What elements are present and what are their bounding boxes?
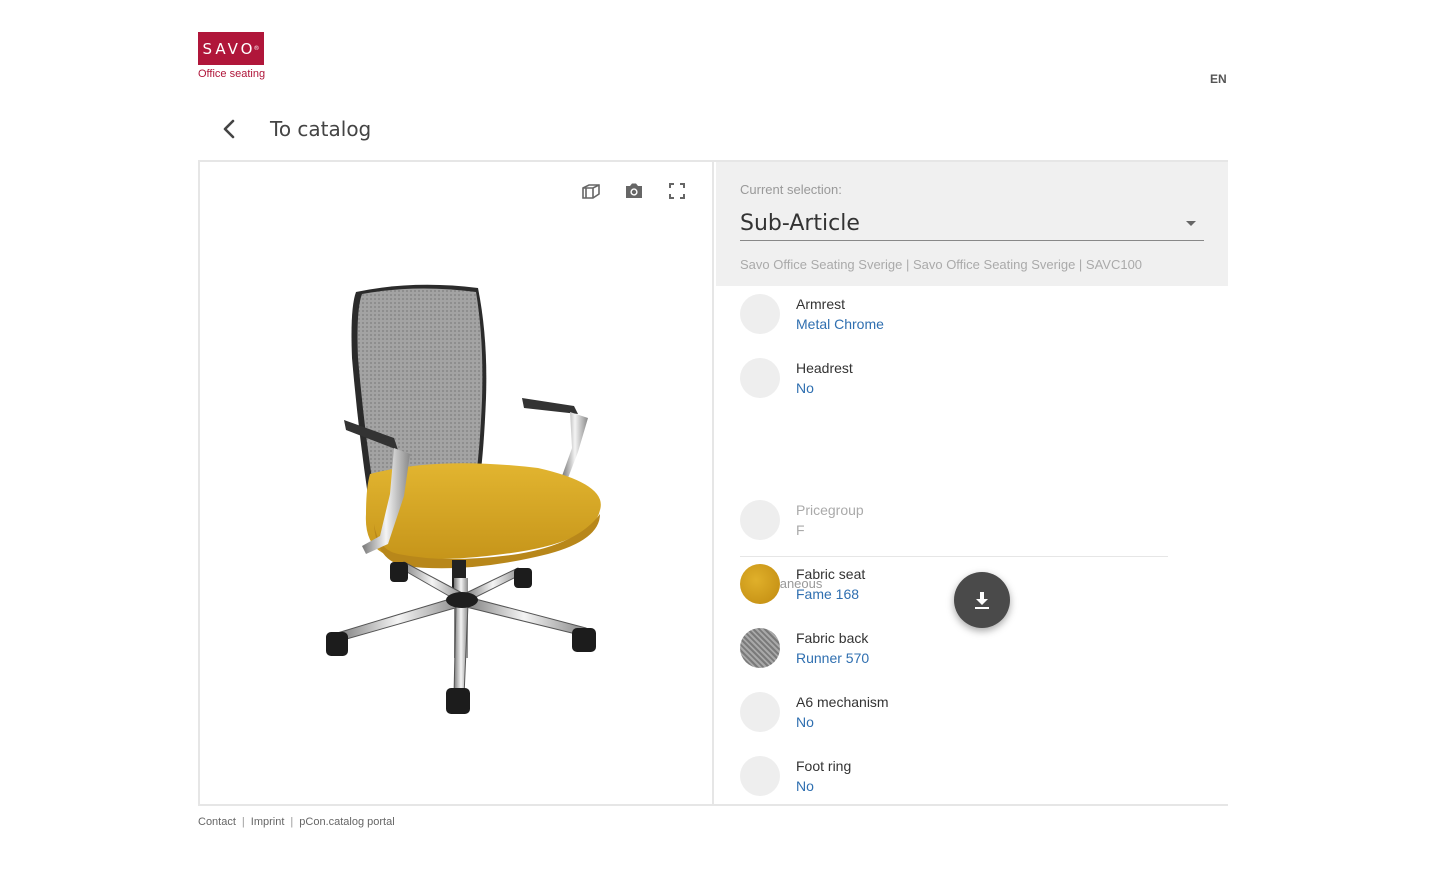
- download-button[interactable]: [954, 572, 1010, 628]
- viewer-toolbar: [580, 180, 688, 202]
- footer-separator: |: [241, 816, 245, 828]
- logo-mark: SAVO ®: [198, 32, 264, 65]
- download-icon: [975, 592, 989, 609]
- option-name: Headrest: [796, 360, 853, 376]
- back-label: To catalog: [270, 117, 372, 141]
- option-fabric-seat[interactable]: Fabric seat Fame 168: [740, 560, 865, 608]
- option-name: Foot ring: [796, 758, 852, 774]
- option-swatch: [740, 500, 780, 540]
- caret-down-icon: [1186, 221, 1196, 226]
- configuration-panel: Current selection: Sub-Article Savo Offi…: [716, 162, 1228, 804]
- option-name: Pricegroup: [796, 502, 864, 518]
- current-selection-label: Current selection:: [740, 182, 842, 197]
- option-name: Fabric back: [796, 630, 869, 646]
- option-value: Metal Chrome: [796, 316, 884, 332]
- option-value: No: [796, 778, 814, 794]
- fabric-swatch-yellow: [740, 564, 780, 604]
- fabric-swatch-grey: [740, 628, 780, 668]
- back-to-catalog-link[interactable]: To catalog: [214, 114, 371, 144]
- logo-tagline: Office seating: [198, 68, 266, 80]
- option-name: Armrest: [796, 296, 845, 312]
- camera-icon[interactable]: [623, 180, 645, 202]
- footer-link-contact[interactable]: Contact: [198, 816, 236, 828]
- option-name: Fabric seat: [796, 566, 866, 582]
- option-swatch: [740, 294, 780, 334]
- option-name: A6 mechanism: [796, 694, 889, 710]
- option-value: Runner 570: [796, 650, 870, 666]
- option-value: No: [796, 714, 814, 730]
- configurator-frame: Current selection: Sub-Article Savo Offi…: [198, 160, 1228, 806]
- footer-link-pcon-portal[interactable]: pCon.catalog portal: [299, 816, 394, 828]
- option-fabric-back[interactable]: Fabric back Runner 570: [740, 624, 869, 672]
- article-breadcrumb: Savo Office Seating Sverige | Savo Offic…: [740, 257, 1143, 272]
- footer-link-imprint[interactable]: Imprint: [251, 816, 285, 828]
- 3d-cube-icon[interactable]: [580, 180, 602, 202]
- option-swatch: [740, 358, 780, 398]
- select-value: Sub-Article: [740, 211, 860, 236]
- option-value: Fame 168: [796, 586, 860, 602]
- sub-article-select[interactable]: Sub-Article: [740, 207, 1204, 241]
- footer-separator: |: [290, 816, 294, 828]
- product-3d-viewer[interactable]: [200, 162, 714, 804]
- option-value: F: [796, 522, 805, 538]
- option-swatch: [740, 756, 780, 796]
- selection-header: Current selection: Sub-Article Savo Offi…: [716, 162, 1228, 286]
- option-a6-mechanism[interactable]: A6 mechanism No: [740, 688, 889, 736]
- option-headrest[interactable]: Headrest No: [740, 354, 853, 402]
- section-divider: [740, 556, 1168, 557]
- option-value: No: [796, 380, 814, 396]
- option-armrest[interactable]: Armrest Metal Chrome: [740, 290, 884, 338]
- office-chair-render: [326, 284, 601, 714]
- option-swatch: [740, 692, 780, 732]
- option-pricegroup: Pricegroup F: [740, 496, 864, 544]
- language-selector[interactable]: EN: [1210, 72, 1227, 86]
- savo-logo[interactable]: SAVO ® Office seating: [198, 32, 266, 80]
- footer-links: Contact | Imprint | pCon.catalog portal: [198, 816, 395, 828]
- chevron-left-icon[interactable]: [214, 114, 244, 144]
- option-foot-ring[interactable]: Foot ring No: [740, 752, 851, 800]
- fullscreen-icon[interactable]: [666, 180, 688, 202]
